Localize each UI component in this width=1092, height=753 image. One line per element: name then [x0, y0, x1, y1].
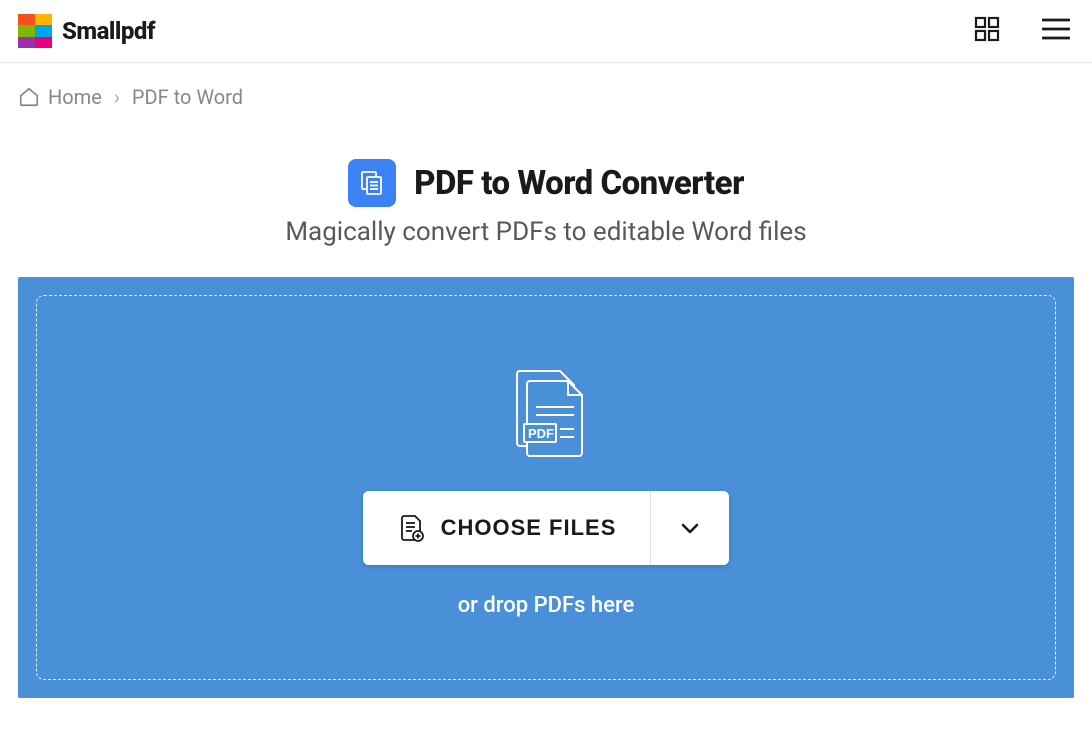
page-title: PDF to Word Converter	[414, 164, 744, 203]
breadcrumb: Home › PDF to Word	[0, 63, 1092, 131]
svg-text:PDF: PDF	[528, 426, 554, 441]
choose-files-label: CHOOSE FILES	[441, 515, 617, 541]
breadcrumb-home[interactable]: Home	[18, 85, 102, 109]
apps-grid-icon[interactable]	[974, 16, 1000, 46]
breadcrumb-current: PDF to Word	[132, 85, 243, 109]
choose-files-group: CHOOSE FILES	[363, 491, 730, 565]
tool-icon	[348, 159, 396, 207]
header-actions	[974, 16, 1074, 46]
header: Smallpdf	[0, 0, 1092, 63]
choose-files-button[interactable]: CHOOSE FILES	[363, 491, 651, 565]
drop-hint: or drop PDFs here	[458, 593, 635, 618]
breadcrumb-home-label: Home	[48, 85, 102, 109]
file-add-icon	[397, 513, 427, 543]
chevron-down-icon	[679, 517, 701, 539]
hamburger-menu-icon[interactable]	[1042, 18, 1070, 44]
dropzone-inner: PDF CHOOSE FILES	[36, 295, 1056, 680]
logo[interactable]: Smallpdf	[18, 14, 155, 48]
breadcrumb-separator: ›	[114, 85, 120, 109]
title-section: PDF to Word Converter Magically convert …	[0, 159, 1092, 247]
pdf-stack-icon: PDF	[502, 367, 590, 465]
home-icon	[18, 86, 40, 108]
dropzone[interactable]: PDF CHOOSE FILES	[18, 277, 1074, 698]
choose-files-dropdown-button[interactable]	[650, 491, 729, 565]
brand-name: Smallpdf	[62, 17, 155, 45]
logo-mark-icon	[18, 14, 52, 48]
page-subtitle: Magically convert PDFs to editable Word …	[0, 217, 1092, 247]
